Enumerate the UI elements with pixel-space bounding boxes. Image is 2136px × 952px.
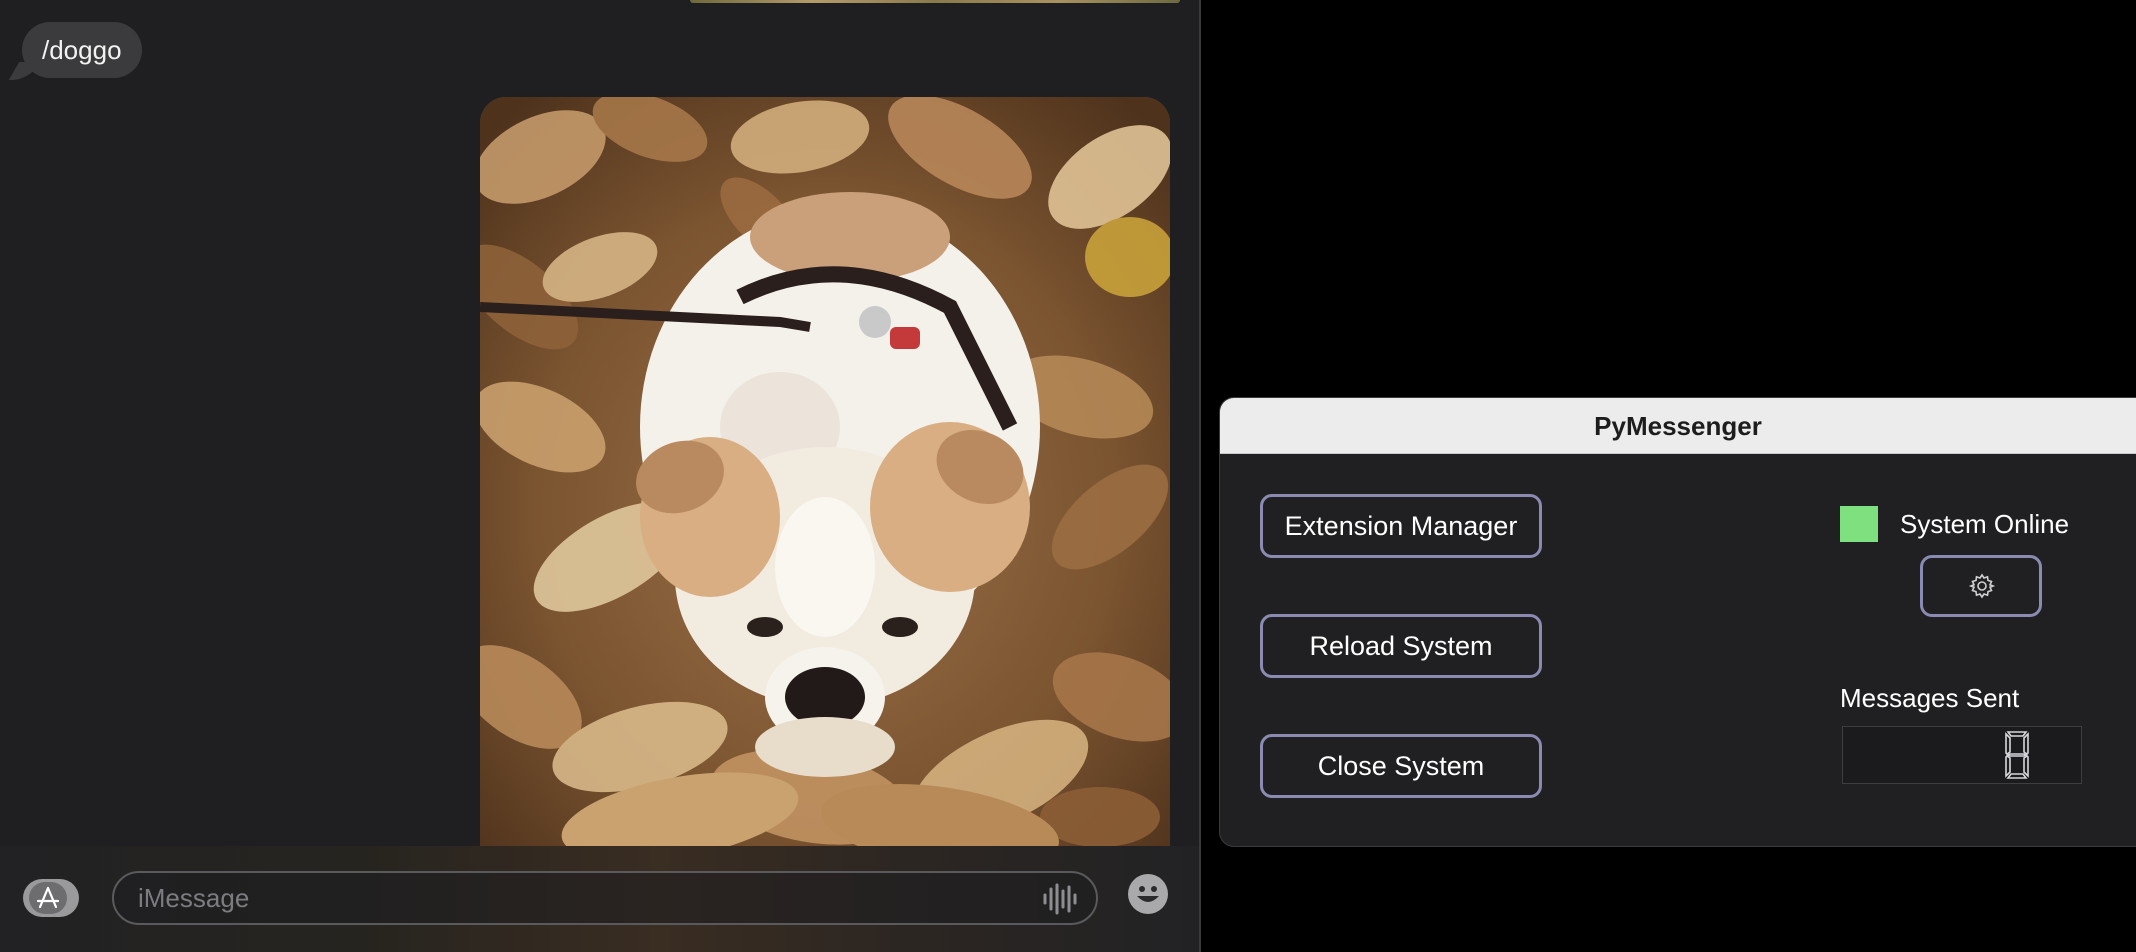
incoming-message-bubble[interactable]: /doggo [22,22,142,78]
previous-photo-edge [690,0,1180,3]
waveform-icon[interactable] [1042,883,1078,915]
close-system-button[interactable]: Close System [1260,734,1542,798]
title-bar[interactable]: PyMessenger [1220,398,2136,454]
status-indicator [1840,506,1878,542]
dog-photo[interactable] [480,97,1170,847]
extension-manager-button[interactable]: Extension Manager [1260,494,1542,558]
pymessenger-window: PyMessenger Extension Manager Reload Sys… [1220,398,2136,846]
reload-system-button[interactable]: Reload System [1260,614,1542,678]
bulldog-image [480,97,1170,847]
message-composer: iMessage [0,846,1200,952]
status-label: System Online [1900,509,2070,539]
apps-button[interactable] [23,879,79,917]
emoji-icon[interactable] [1128,874,1168,914]
message-placeholder: iMessage [138,883,250,913]
gear-icon [1968,573,1996,599]
messages-sent-label: Messages Sent [1840,683,2020,713]
settings-button[interactable] [1920,555,2042,617]
messages-sent-counter [1842,726,2082,784]
app-store-icon [29,882,67,914]
message-input[interactable]: iMessage [112,871,1098,925]
seven-segment-digit [2005,731,2029,779]
window-title: PyMessenger [1594,411,1762,441]
window-divider [1199,0,1201,952]
messages-pane: /doggo iMessage [0,0,1200,952]
